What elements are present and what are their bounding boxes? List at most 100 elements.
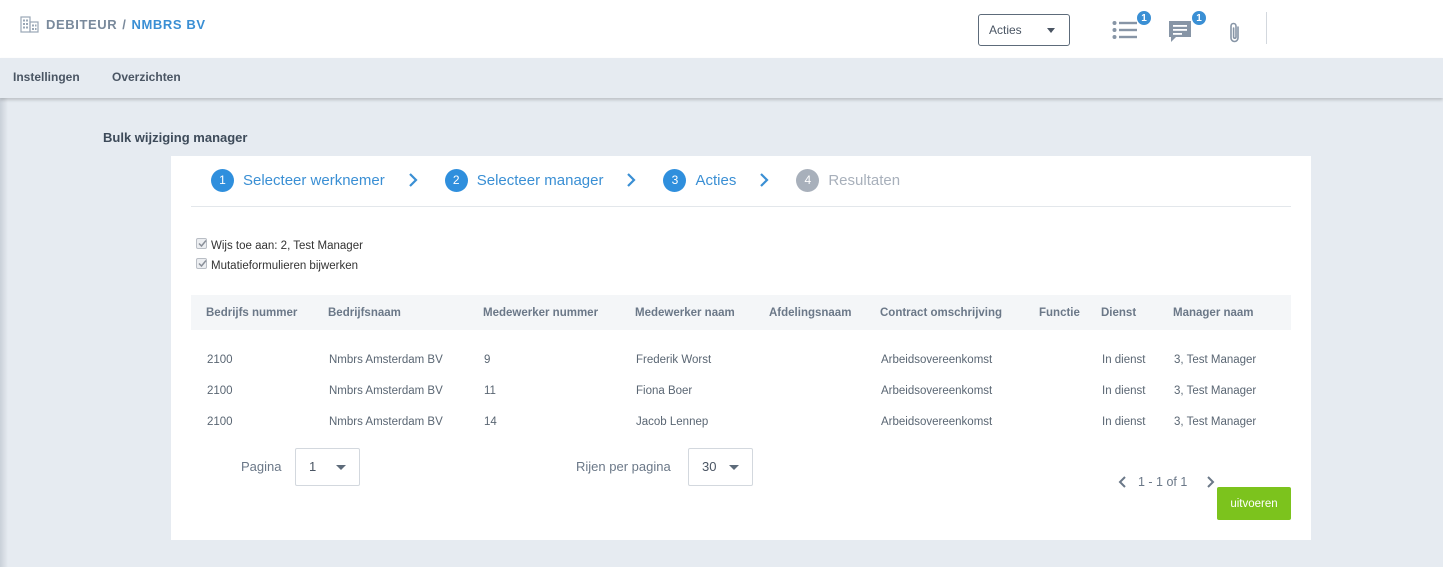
building-icon xyxy=(20,16,39,33)
page-title: Bulk wijziging manager xyxy=(103,130,248,145)
step-number: 4 xyxy=(796,168,820,192)
actions-dropdown[interactable]: Acties xyxy=(978,14,1070,46)
rows-per-page-value: 30 xyxy=(702,459,717,474)
breadcrumb-company[interactable]: NMBRS BV xyxy=(131,17,205,32)
table-cell: Jacob Lennep xyxy=(636,415,709,428)
table-cell: 11 xyxy=(484,384,496,397)
step-number: 2 xyxy=(444,168,468,192)
column-header[interactable]: Afdelingsnaam xyxy=(754,295,865,330)
page-label: Pagina xyxy=(241,459,282,474)
table-cell: 9 xyxy=(484,353,491,366)
column-header[interactable]: Bedrijfsnaam xyxy=(313,295,468,330)
table-cell: In dienst xyxy=(1102,415,1146,428)
column-header[interactable]: Functie xyxy=(1024,295,1086,330)
table-row: 2100 Nmbrs Amsterdam BV 9 Frederik Worst… xyxy=(191,330,1291,375)
checkbox[interactable] xyxy=(196,237,207,249)
option-label: Mutatieformulieren bijwerken xyxy=(211,260,359,272)
wizard-card: 1 Selecteer werknemer 2 Selecteer manage… xyxy=(171,156,1311,540)
table-row: 2100 Nmbrs Amsterdam BV 11 Fiona Boer Ar… xyxy=(191,375,1291,406)
table-cell xyxy=(754,330,865,375)
table-cell: Nmbrs Amsterdam BV xyxy=(329,353,443,366)
caret-down-icon xyxy=(336,465,346,470)
table-cell: 2100 xyxy=(207,353,233,366)
tasks-button[interactable]: 1 xyxy=(1112,10,1152,47)
checkbox[interactable] xyxy=(196,257,207,269)
wizard-steps: 1 Selecteer werknemer 2 Selecteer manage… xyxy=(211,168,900,192)
run-button[interactable]: uitvoeren xyxy=(1217,487,1291,520)
step-actions[interactable]: 3 Acties xyxy=(663,168,737,192)
messages-badge: 1 xyxy=(1191,10,1207,26)
top-header: DEBITEUR / NMBRS BV Acties 1 1 xyxy=(0,0,1443,58)
page-select[interactable]: 1 xyxy=(295,448,360,486)
table-cell xyxy=(1024,375,1086,406)
check-icon xyxy=(198,239,207,247)
table-cell: 3, Test Manager xyxy=(1174,384,1257,397)
breadcrumb-separator: / xyxy=(122,17,127,32)
results-table: Bedrijfs nummer Bedrijfsnaam Medewerker … xyxy=(191,295,1291,437)
column-header[interactable]: Medewerker naam xyxy=(620,295,754,330)
table-row: 2100 Nmbrs Amsterdam BV 14 Jacob Lennep … xyxy=(191,406,1291,437)
next-page-icon[interactable] xyxy=(1203,474,1217,490)
table-cell: Arbeidsovereenkomst xyxy=(881,384,993,397)
task-list-icon xyxy=(1112,21,1137,39)
header-divider xyxy=(1266,12,1267,44)
step-label: Selecteer manager xyxy=(476,171,604,189)
table-cell: Nmbrs Amsterdam BV xyxy=(329,384,443,397)
option-assign-to[interactable]: Wijs toe aan: 2, Test Manager xyxy=(196,237,363,252)
paperclip-icon xyxy=(1230,22,1239,43)
chevron-right-icon xyxy=(627,173,637,187)
table-cell: Nmbrs Amsterdam BV xyxy=(329,415,443,428)
table-header-row: Bedrijfs nummer Bedrijfsnaam Medewerker … xyxy=(191,295,1291,330)
previous-page-icon[interactable] xyxy=(1116,474,1130,490)
actions-dropdown-label: Acties xyxy=(989,23,1022,37)
column-header[interactable]: Bedrijfs nummer xyxy=(191,295,313,330)
option-update-forms[interactable]: Mutatieformulieren bijwerken xyxy=(196,257,359,272)
table-cell: 2100 xyxy=(207,415,233,428)
table-cell: 2100 xyxy=(207,384,233,397)
chevron-right-icon xyxy=(408,173,418,187)
rows-per-page-select[interactable]: 30 xyxy=(688,448,753,486)
table-cell xyxy=(1024,406,1086,437)
table-cell: In dienst xyxy=(1102,353,1146,366)
tasks-badge: 1 xyxy=(1136,10,1152,26)
table-cell: 3, Test Manager xyxy=(1174,353,1257,366)
rows-per-page-label: Rijen per pagina xyxy=(576,459,671,474)
step-number: 1 xyxy=(211,168,234,192)
page-select-value: 1 xyxy=(309,459,317,474)
step-select-employee[interactable]: 1 Selecteer werknemer xyxy=(211,168,385,192)
left-edge-shadow xyxy=(0,98,8,567)
step-label: Acties xyxy=(695,171,737,189)
sub-navigation: Instellingen Overzichten xyxy=(0,58,1443,98)
table-cell: Arbeidsovereenkomst xyxy=(881,415,993,428)
column-header[interactable]: Contract omschrijving xyxy=(865,295,1024,330)
table-cell: Frederik Worst xyxy=(636,353,712,366)
table-cell: Arbeidsovereenkomst xyxy=(881,353,993,366)
option-label: Wijs toe aan: 2, Test Manager xyxy=(211,240,363,252)
nav-item-instellingen[interactable]: Instellingen xyxy=(13,70,80,84)
steps-divider xyxy=(191,206,1291,207)
column-header[interactable]: Manager naam xyxy=(1158,295,1291,330)
table-cell: 14 xyxy=(484,415,497,428)
step-label: Selecteer werknemer xyxy=(243,171,385,189)
breadcrumb: DEBITEUR / NMBRS BV xyxy=(20,16,206,33)
step-select-manager[interactable]: 2 Selecteer manager xyxy=(444,168,604,192)
messages-button[interactable]: 1 xyxy=(1168,10,1207,49)
table-cell: Fiona Boer xyxy=(636,384,693,397)
check-icon xyxy=(198,259,207,267)
chevron-right-icon xyxy=(760,173,769,187)
step-label: Resultaten xyxy=(828,171,901,189)
step-number: 3 xyxy=(663,168,687,192)
attachments-button[interactable] xyxy=(1228,21,1242,50)
table-cell: 3, Test Manager xyxy=(1174,415,1257,428)
nav-item-overzichten[interactable]: Overzichten xyxy=(112,70,181,84)
table-cell xyxy=(1024,330,1086,375)
column-header[interactable]: Medewerker nummer xyxy=(468,295,620,330)
step-results: 4 Resultaten xyxy=(796,168,901,192)
caret-down-icon xyxy=(729,465,739,470)
breadcrumb-debtor[interactable]: DEBITEUR xyxy=(46,17,117,32)
pagination-range: 1 - 1 of 1 xyxy=(1138,475,1188,489)
caret-down-icon xyxy=(1047,28,1055,33)
column-header[interactable]: Dienst xyxy=(1086,295,1158,330)
message-icon xyxy=(1169,21,1191,42)
table-cell xyxy=(754,406,865,437)
